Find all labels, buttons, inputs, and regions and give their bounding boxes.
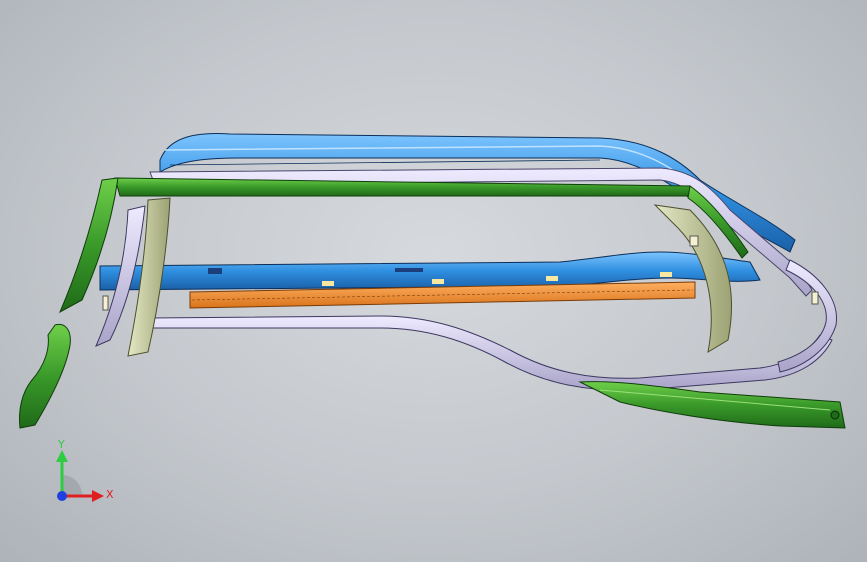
x-axis-label: X	[106, 488, 114, 501]
front-pillar-green[interactable]	[58, 177, 119, 314]
z-axis-icon	[57, 491, 67, 501]
cad-viewport[interactable]: Y X	[0, 0, 867, 562]
green-roof-rail[interactable]	[114, 177, 749, 259]
green-lower-sill[interactable]	[578, 381, 846, 429]
green-front-bracket[interactable]	[19, 295, 109, 429]
axis-triad: Y X	[40, 438, 120, 510]
y-axis-label: Y	[58, 438, 65, 451]
vehicle-frame-model[interactable]	[0, 0, 867, 562]
rear-loop-rail[interactable]	[777, 259, 837, 373]
